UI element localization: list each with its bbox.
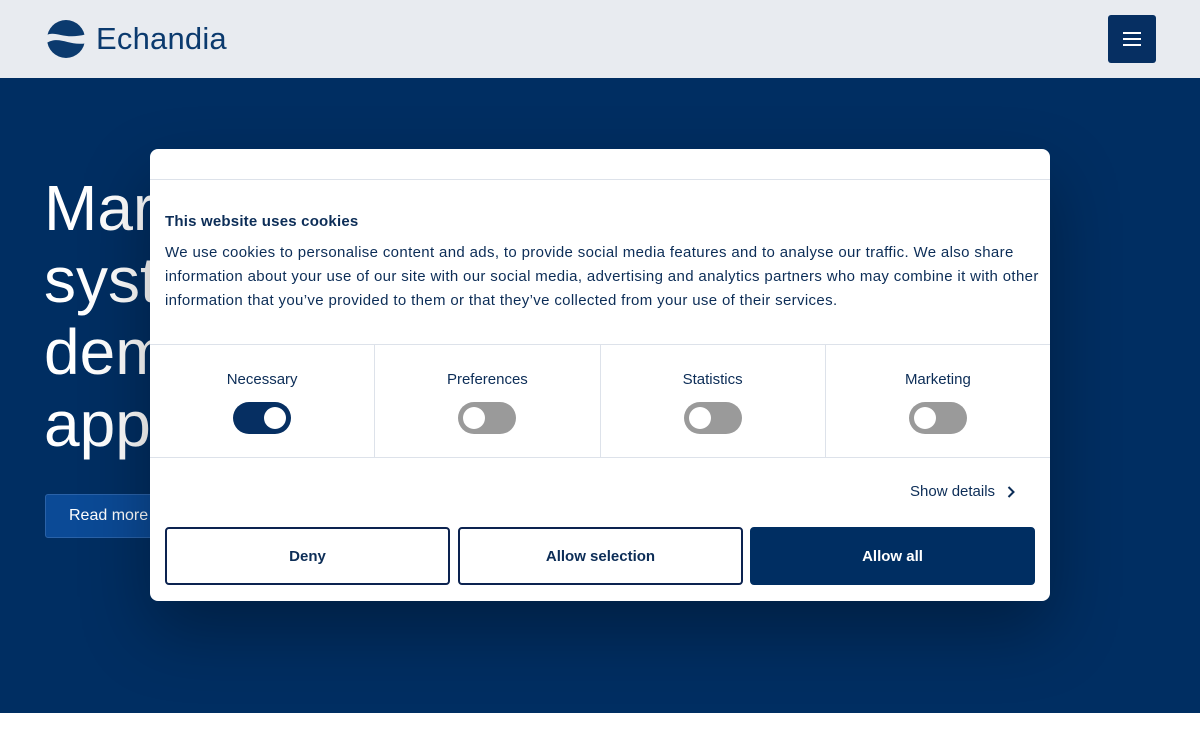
chevron-right-icon [1007, 486, 1015, 498]
show-details-link[interactable]: Show details [910, 481, 1015, 503]
marketing-toggle[interactable] [908, 402, 967, 434]
consent-label: Necessary [226, 371, 298, 388]
toggle-knob [913, 407, 936, 429]
allow-all-button[interactable]: Allow all [750, 527, 1035, 585]
site-header: Echandia [0, 0, 1200, 78]
consent-label: Statistics [682, 371, 743, 388]
consent-categories: Necessary Preferences Statistics Marketi… [150, 344, 1050, 458]
cookie-dialog-description: We use cookies to personalise content an… [165, 244, 1039, 309]
menu-button[interactable] [1108, 15, 1156, 63]
divider [150, 179, 1050, 180]
cookie-dialog-title: This website uses cookies [165, 213, 359, 230]
hamburger-menu-icon [1123, 32, 1141, 46]
consent-statistics: Statistics [601, 345, 826, 457]
toggle-knob [688, 407, 711, 429]
necessary-toggle[interactable] [233, 402, 292, 434]
consent-label: Marketing [904, 371, 971, 388]
echandia-logo-icon [46, 20, 86, 58]
consent-marketing: Marketing [826, 345, 1050, 457]
deny-button[interactable]: Deny [165, 527, 450, 585]
statistics-toggle[interactable] [683, 402, 742, 434]
brand-name: Echandia [96, 21, 227, 56]
show-details-label: Show details [910, 483, 996, 500]
consent-preferences: Preferences [375, 345, 601, 457]
preferences-toggle[interactable] [458, 402, 517, 434]
toggle-knob [463, 407, 486, 429]
consent-label: Preferences [446, 371, 528, 388]
toggle-knob [264, 407, 287, 429]
page-content-strip [0, 713, 1200, 750]
cookie-consent-dialog: This website uses cookies We use cookies… [150, 149, 1050, 601]
site-logo[interactable]: Echandia [46, 19, 227, 59]
allow-selection-button[interactable]: Allow selection [458, 527, 743, 585]
consent-necessary: Necessary [150, 345, 376, 457]
